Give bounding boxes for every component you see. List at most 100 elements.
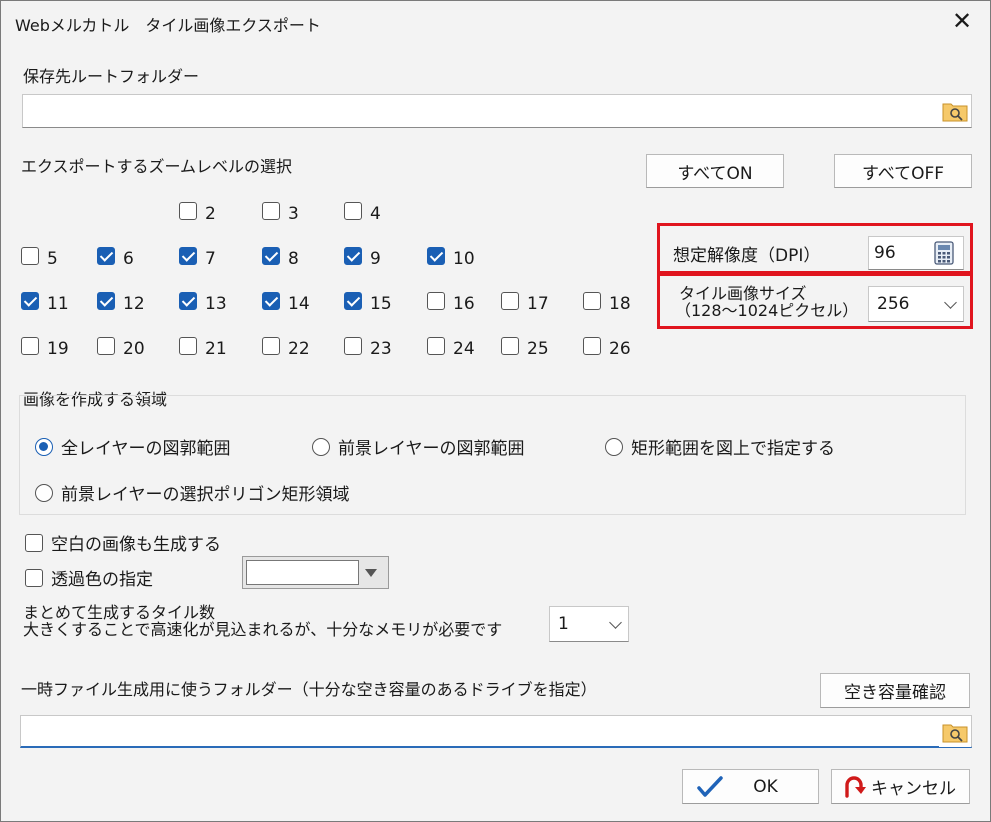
tile-size-combo[interactable]: 256 bbox=[868, 286, 964, 322]
tile-size-value: 256 bbox=[877, 294, 910, 314]
zoom-level-2-checkbox[interactable]: 2 bbox=[179, 201, 216, 224]
zoom-level-18-checkbox[interactable]: 18 bbox=[583, 291, 631, 314]
export-dialog: Webメルカトル タイル画像エクスポート ✕ 保存先ルートフォルダー エクスポー… bbox=[0, 0, 991, 822]
check-free-space-button[interactable]: 空き容量確認 bbox=[820, 673, 970, 708]
folder-search-icon bbox=[942, 103, 968, 122]
zoom-level-box[interactable] bbox=[262, 337, 280, 355]
radio-button[interactable] bbox=[312, 437, 330, 456]
zoom-level-25-checkbox[interactable]: 25 bbox=[501, 336, 549, 359]
zoom-level-19-checkbox[interactable]: 19 bbox=[21, 336, 69, 359]
zoom-level-11-checkbox[interactable]: 11 bbox=[21, 291, 69, 314]
zoom-level-5-checkbox[interactable]: 5 bbox=[21, 246, 58, 269]
zoom-level-22-checkbox[interactable]: 22 bbox=[262, 336, 310, 359]
zoom-level-box[interactable] bbox=[501, 292, 519, 310]
zoom-level-number: 5 bbox=[47, 249, 58, 269]
zoom-level-16-checkbox[interactable]: 16 bbox=[427, 291, 475, 314]
blank-images-checkbox[interactable]: 空白の画像も生成する bbox=[25, 530, 221, 555]
radio-button[interactable] bbox=[35, 483, 53, 502]
zoom-level-box[interactable] bbox=[97, 247, 115, 265]
zoom-level-7-checkbox[interactable]: 7 bbox=[179, 246, 216, 269]
zoom-level-number: 21 bbox=[205, 339, 227, 359]
cancel-label: キャンセル bbox=[871, 779, 956, 799]
zoom-level-box[interactable] bbox=[97, 292, 115, 310]
zoom-level-3-checkbox[interactable]: 3 bbox=[262, 201, 299, 224]
zoom-level-13-checkbox[interactable]: 13 bbox=[179, 291, 227, 314]
zoom-level-number: 13 bbox=[205, 294, 227, 314]
dpi-calculator-button[interactable] bbox=[929, 238, 959, 268]
zoom-level-box[interactable] bbox=[21, 337, 39, 355]
zoom-level-8-checkbox[interactable]: 8 bbox=[262, 246, 299, 269]
undo-arrow-icon bbox=[845, 776, 866, 798]
window-title: Webメルカトル タイル画像エクスポート bbox=[15, 16, 321, 35]
region-option-label: 全レイヤーの図郭範囲 bbox=[61, 439, 231, 459]
zoom-level-14-checkbox[interactable]: 14 bbox=[262, 291, 310, 314]
zoom-level-24-checkbox[interactable]: 24 bbox=[427, 336, 475, 359]
region-option-1[interactable]: 全レイヤーの図郭範囲 bbox=[35, 434, 231, 459]
ok-button[interactable]: OK bbox=[682, 769, 819, 804]
region-option-3[interactable]: 矩形範囲を図上で指定する bbox=[605, 434, 835, 459]
close-button[interactable]: ✕ bbox=[948, 7, 976, 35]
zoom-level-26-checkbox[interactable]: 26 bbox=[583, 336, 631, 359]
zoom-level-box[interactable] bbox=[427, 337, 445, 355]
zoom-level-box[interactable] bbox=[427, 292, 445, 310]
root-folder-browse-button[interactable] bbox=[939, 96, 971, 126]
zoom-level-number: 23 bbox=[370, 339, 392, 359]
all-on-button[interactable]: すべてON bbox=[646, 154, 784, 188]
zoom-level-12-checkbox[interactable]: 12 bbox=[97, 291, 145, 314]
tile-size-label-line1: タイル画像サイズ bbox=[679, 284, 807, 303]
cancel-button[interactable]: キャンセル bbox=[831, 769, 970, 804]
zoom-level-4-checkbox[interactable]: 4 bbox=[344, 201, 381, 224]
folder-search-icon bbox=[942, 724, 968, 743]
blank-images-box[interactable] bbox=[25, 533, 43, 552]
all-off-button[interactable]: すべてOFF bbox=[834, 154, 972, 188]
region-option-label: 矩形範囲を図上で指定する bbox=[631, 439, 835, 459]
zoom-level-9-checkbox[interactable]: 9 bbox=[344, 246, 381, 269]
zoom-level-box[interactable] bbox=[501, 337, 519, 355]
zoom-level-box[interactable] bbox=[262, 247, 280, 265]
zoom-level-6-checkbox[interactable]: 6 bbox=[97, 246, 134, 269]
batch-label: まとめて生成するタイル数 大きくすることで高速化が見込まれるが、十分なメモリが必… bbox=[23, 604, 502, 638]
zoom-level-box[interactable] bbox=[21, 247, 39, 265]
zoom-level-number: 3 bbox=[288, 204, 299, 224]
radio-button[interactable] bbox=[605, 437, 623, 456]
batch-count-combo[interactable]: 1 bbox=[549, 606, 629, 642]
transparent-color-checkbox[interactable]: 透過色の指定 bbox=[25, 565, 153, 590]
zoom-level-box[interactable] bbox=[344, 337, 362, 355]
zoom-level-box[interactable] bbox=[344, 202, 362, 220]
zoom-level-box[interactable] bbox=[179, 247, 197, 265]
zoom-level-15-checkbox[interactable]: 15 bbox=[344, 291, 392, 314]
root-folder-field[interactable] bbox=[22, 94, 972, 128]
region-option-2[interactable]: 前景レイヤーの図郭範囲 bbox=[312, 434, 525, 459]
zoom-level-box[interactable] bbox=[179, 292, 197, 310]
temp-folder-field[interactable] bbox=[20, 715, 972, 748]
zoom-level-number: 19 bbox=[47, 339, 69, 359]
zoom-level-box[interactable] bbox=[179, 202, 197, 220]
zoom-level-20-checkbox[interactable]: 20 bbox=[97, 336, 145, 359]
radio-button[interactable] bbox=[35, 437, 53, 456]
zoom-level-number: 7 bbox=[205, 249, 216, 269]
zoom-level-10-checkbox[interactable]: 10 bbox=[427, 246, 475, 269]
transparent-color-box[interactable] bbox=[25, 568, 43, 587]
zoom-level-box[interactable] bbox=[262, 292, 280, 310]
zoom-level-box[interactable] bbox=[262, 202, 280, 220]
batch-count-value: 1 bbox=[558, 614, 569, 634]
zoom-level-number: 16 bbox=[453, 294, 475, 314]
zoom-level-box[interactable] bbox=[583, 337, 601, 355]
region-option-4[interactable]: 前景レイヤーの選択ポリゴン矩形領域 bbox=[35, 480, 350, 505]
zoom-level-box[interactable] bbox=[427, 247, 445, 265]
zoom-level-box[interactable] bbox=[583, 292, 601, 310]
chevron-down-icon bbox=[944, 295, 957, 309]
zoom-level-box[interactable] bbox=[21, 292, 39, 310]
zoom-level-17-checkbox[interactable]: 17 bbox=[501, 291, 549, 314]
chevron-down-icon bbox=[609, 615, 622, 629]
zoom-level-21-checkbox[interactable]: 21 bbox=[179, 336, 227, 359]
zoom-level-box[interactable] bbox=[179, 337, 197, 355]
zoom-level-23-checkbox[interactable]: 23 bbox=[344, 336, 392, 359]
zoom-level-box[interactable] bbox=[97, 337, 115, 355]
transparent-color-picker[interactable] bbox=[242, 556, 389, 589]
zoom-level-box[interactable] bbox=[344, 292, 362, 310]
tile-size-label: タイル画像サイズ （128〜1024ピクセル） bbox=[675, 284, 858, 319]
zoom-level-box[interactable] bbox=[344, 247, 362, 265]
temp-folder-browse-button[interactable] bbox=[939, 717, 971, 747]
zoom-level-number: 18 bbox=[609, 294, 631, 314]
